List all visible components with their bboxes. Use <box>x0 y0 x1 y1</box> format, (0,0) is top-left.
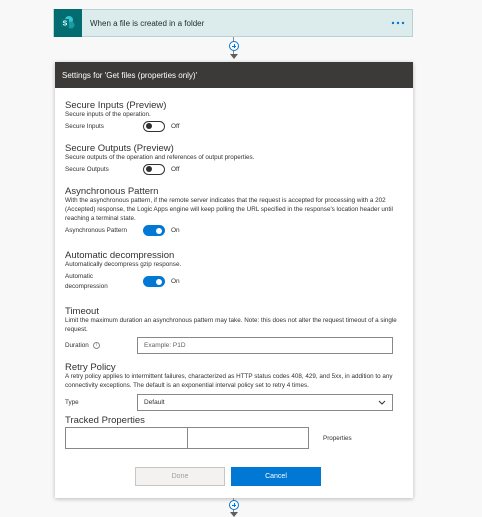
secure-inputs-section: Secure Inputs (Preview) Secure inputs of… <box>65 100 403 132</box>
section-description: Secure outputs of the operation and refe… <box>65 154 255 161</box>
section-heading: Retry Policy <box>65 362 116 373</box>
arrow-down-icon <box>230 54 238 59</box>
retry-policy-section: Retry Policy A retry policy applies to i… <box>65 362 403 411</box>
toggle-state: Off <box>171 122 180 130</box>
dropdown-value: Default <box>144 398 165 406</box>
chevron-down-icon <box>378 400 386 405</box>
properties-label: Properties <box>323 434 352 442</box>
ellipsis-icon[interactable] <box>388 10 408 36</box>
section-heading: Timeout <box>65 306 99 317</box>
tracked-value-input[interactable] <box>187 427 309 449</box>
section-description: A retry policy applies to intermittent f… <box>65 373 393 389</box>
decompression-section: Automatic decompression Automatically de… <box>65 250 403 292</box>
tracked-key-input[interactable] <box>65 427 188 449</box>
toggle-state: On <box>171 227 180 235</box>
section-heading: Secure Outputs (Preview) <box>65 143 174 154</box>
sharepoint-icon: S <box>54 9 82 37</box>
duration-input[interactable]: Example: P1D <box>137 336 393 354</box>
tracked-properties-section: Tracked Properties Properties <box>65 415 403 449</box>
trigger-title: When a file is created in a folder <box>90 18 205 28</box>
secure-inputs-label: Secure Inputs <box>65 122 104 130</box>
cancel-button[interactable]: Cancel <box>231 467 321 486</box>
info-icon[interactable]: i <box>92 341 100 349</box>
insert-step-icon[interactable] <box>229 41 239 51</box>
svg-text:S: S <box>63 21 68 28</box>
decompression-label: Automatic decompression <box>65 272 143 292</box>
timeout-section: Timeout Limit the maximum duration an as… <box>65 306 403 354</box>
duration-label-wrap: Duration i <box>65 341 137 349</box>
secure-outputs-label: Secure Outputs <box>65 165 109 173</box>
done-button[interactable]: Done <box>135 467 225 486</box>
section-description: With the asynchronous pattern, if the re… <box>65 197 393 222</box>
section-description: Limit the maximum duration an asynchrono… <box>65 317 397 333</box>
decompression-toggle[interactable] <box>143 276 165 288</box>
insert-step-icon[interactable] <box>229 500 239 510</box>
duration-label: Duration <box>65 341 89 349</box>
settings-panel: Settings for 'Get files (properties only… <box>55 62 413 498</box>
retry-type-label: Type <box>65 398 79 406</box>
async-pattern-label: Asynchronous Pattern <box>65 227 127 235</box>
retry-type-dropdown[interactable]: Default <box>137 393 393 411</box>
secure-outputs-section: Secure Outputs (Preview) Secure outputs … <box>65 143 403 175</box>
section-description: Secure inputs of the operation. <box>65 111 151 118</box>
secure-outputs-toggle[interactable] <box>143 163 165 175</box>
section-description: Automatically decompress gzip response. <box>65 261 182 268</box>
section-heading: Tracked Properties <box>65 415 145 426</box>
label-line: Automatic <box>65 272 93 280</box>
async-pattern-section: Asynchronous Pattern With the asynchrono… <box>65 186 403 237</box>
panel-header: Settings for 'Get files (properties only… <box>55 62 413 88</box>
toggle-state: Off <box>171 165 180 173</box>
section-heading: Asynchronous Pattern <box>65 186 159 197</box>
trigger-card[interactable]: S When a file is created in a folder <box>53 9 413 37</box>
async-pattern-toggle[interactable] <box>143 225 165 237</box>
arrow-down-icon <box>230 512 238 517</box>
section-heading: Automatic decompression <box>65 250 175 261</box>
secure-inputs-toggle[interactable] <box>143 120 165 132</box>
label-line: decompression <box>65 282 108 290</box>
toggle-state: On <box>171 278 180 286</box>
section-heading: Secure Inputs (Preview) <box>65 100 167 111</box>
